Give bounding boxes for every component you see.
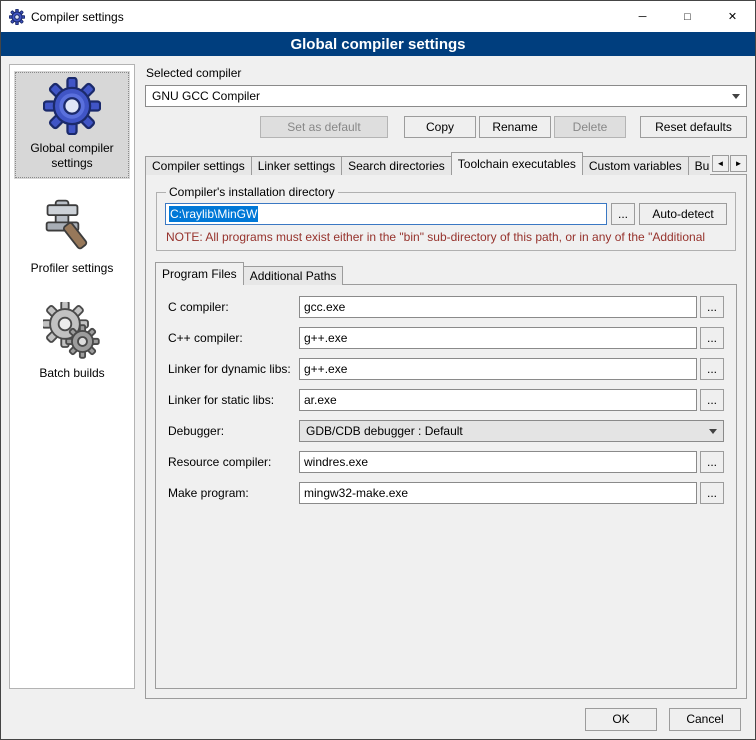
browse-button[interactable]: ... <box>700 451 724 473</box>
tab-scroll-right-button[interactable]: ► <box>730 155 747 172</box>
browse-directory-button[interactable]: ... <box>611 203 635 225</box>
chevron-down-icon <box>728 86 744 106</box>
browse-button[interactable]: ... <box>700 358 724 380</box>
close-button[interactable]: ✕ <box>710 1 755 32</box>
delete-button[interactable]: Delete <box>554 116 626 138</box>
selected-compiler-value: GNU GCC Compiler <box>152 89 260 103</box>
resource-compiler-input[interactable] <box>299 451 697 473</box>
debugger-select[interactable]: GDB/CDB debugger : Default <box>299 420 724 442</box>
browse-button[interactable]: ... <box>700 482 724 504</box>
dynamic-linker-input[interactable] <box>299 358 697 380</box>
installation-directory-group-title: Compiler's installation directory <box>166 185 338 199</box>
tab-build-options[interactable]: Buil <box>688 156 710 175</box>
maximize-button[interactable]: □ <box>665 1 710 32</box>
reset-defaults-button[interactable]: Reset defaults <box>640 116 747 138</box>
debugger-value: GDB/CDB debugger : Default <box>306 424 463 438</box>
static-linker-input[interactable] <box>299 389 697 411</box>
installation-directory-input[interactable]: C:\raylib\MinGW <box>165 203 607 225</box>
installation-directory-row: C:\raylib\MinGW ... Auto-detect <box>165 203 727 225</box>
ok-button[interactable]: OK <box>585 708 657 731</box>
dialog-header: Global compiler settings <box>1 32 755 56</box>
blue-gear-icon <box>43 77 101 135</box>
caption-buttons: ─ □ ✕ <box>620 1 755 32</box>
selected-compiler-label: Selected compiler <box>146 66 747 80</box>
sidebar-item-label: Batch builds <box>39 366 104 381</box>
resource-compiler-label: Resource compiler: <box>168 455 299 469</box>
sidebar-item-batch-builds[interactable]: Batch builds <box>14 296 130 389</box>
tab-compiler-settings[interactable]: Compiler settings <box>145 156 252 175</box>
titlebar: Compiler settings ─ □ ✕ <box>1 1 755 32</box>
make-program-label: Make program: <box>168 486 299 500</box>
sidebar: Global compiler settings Profiler settin… <box>9 64 135 689</box>
gray-gears-icon <box>43 302 101 360</box>
make-program-input[interactable] <box>299 482 697 504</box>
main-area: Selected compiler GNU GCC Compiler Set a… <box>145 64 747 699</box>
sidebar-item-profiler-settings[interactable]: Profiler settings <box>14 191 130 284</box>
field-row: Resource compiler: ... <box>168 451 724 473</box>
profiler-tool-icon <box>43 197 101 255</box>
field-row: Make program: ... <box>168 482 724 504</box>
copy-button[interactable]: Copy <box>404 116 476 138</box>
browse-button[interactable]: ... <box>700 389 724 411</box>
browse-button[interactable]: ... <box>700 296 724 318</box>
toolchain-executables-panel: Compiler's installation directory C:\ray… <box>145 174 747 699</box>
tab-scroll-left-button[interactable]: ◄ <box>712 155 729 172</box>
browse-button[interactable]: ... <box>700 327 724 349</box>
installation-directory-group: Compiler's installation directory C:\ray… <box>156 185 736 251</box>
directory-note: NOTE: All programs must exist either in … <box>166 230 726 244</box>
app-icon <box>9 9 25 25</box>
c-compiler-label: C compiler: <box>168 300 299 314</box>
tab-strip: Compiler settings Linker settings Search… <box>145 152 747 175</box>
auto-detect-button[interactable]: Auto-detect <box>639 203 727 225</box>
field-row: C++ compiler: ... <box>168 327 724 349</box>
tab-toolchain-executables[interactable]: Toolchain executables <box>451 152 583 175</box>
debugger-label: Debugger: <box>168 424 299 438</box>
static-linker-label: Linker for static libs: <box>168 393 299 407</box>
set-as-default-button[interactable]: Set as default <box>260 116 388 138</box>
sidebar-item-label: Global compiler settings <box>16 141 128 171</box>
compiler-action-buttons: Set as default Copy Rename Delete Reset … <box>145 116 747 138</box>
chevron-down-icon <box>705 421 721 441</box>
cpp-compiler-label: C++ compiler: <box>168 331 299 345</box>
field-row: Linker for static libs: ... <box>168 389 724 411</box>
compiler-settings-window: Compiler settings ─ □ ✕ Global compiler … <box>0 0 756 740</box>
dynamic-linker-label: Linker for dynamic libs: <box>168 362 299 376</box>
window-title: Compiler settings <box>31 10 124 24</box>
tabs: Compiler settings Linker settings Search… <box>145 152 710 175</box>
field-row: Debugger: GDB/CDB debugger : Default <box>168 420 724 442</box>
selected-compiler-select[interactable]: GNU GCC Compiler <box>145 85 747 107</box>
cpp-compiler-input[interactable] <box>299 327 697 349</box>
tab-search-directories[interactable]: Search directories <box>341 156 452 175</box>
dialog-body: Global compiler settings Profiler settin… <box>1 56 755 699</box>
tab-scroll-arrows: ◄ ► <box>712 155 747 172</box>
installation-directory-value: C:\raylib\MinGW <box>169 206 258 222</box>
sidebar-item-global-compiler-settings[interactable]: Global compiler settings <box>14 71 130 179</box>
field-row: C compiler: ... <box>168 296 724 318</box>
dialog-header-title: Global compiler settings <box>290 36 465 53</box>
minimize-button[interactable]: ─ <box>620 1 665 32</box>
field-row: Linker for dynamic libs: ... <box>168 358 724 380</box>
inner-tabs: Program Files Additional Paths <box>155 262 737 285</box>
inner-tab-strip: Program Files Additional Paths <box>155 262 737 285</box>
cancel-button[interactable]: Cancel <box>669 708 741 731</box>
program-files-panel: C compiler: ... C++ compiler: ... Linker… <box>155 284 737 689</box>
tab-custom-variables[interactable]: Custom variables <box>582 156 689 175</box>
tab-linker-settings[interactable]: Linker settings <box>251 156 342 175</box>
tab-additional-paths[interactable]: Additional Paths <box>243 266 344 285</box>
rename-button[interactable]: Rename <box>479 116 551 138</box>
tab-program-files[interactable]: Program Files <box>155 262 244 285</box>
dialog-footer: OK Cancel <box>1 699 755 739</box>
c-compiler-input[interactable] <box>299 296 697 318</box>
sidebar-item-label: Profiler settings <box>31 261 114 276</box>
